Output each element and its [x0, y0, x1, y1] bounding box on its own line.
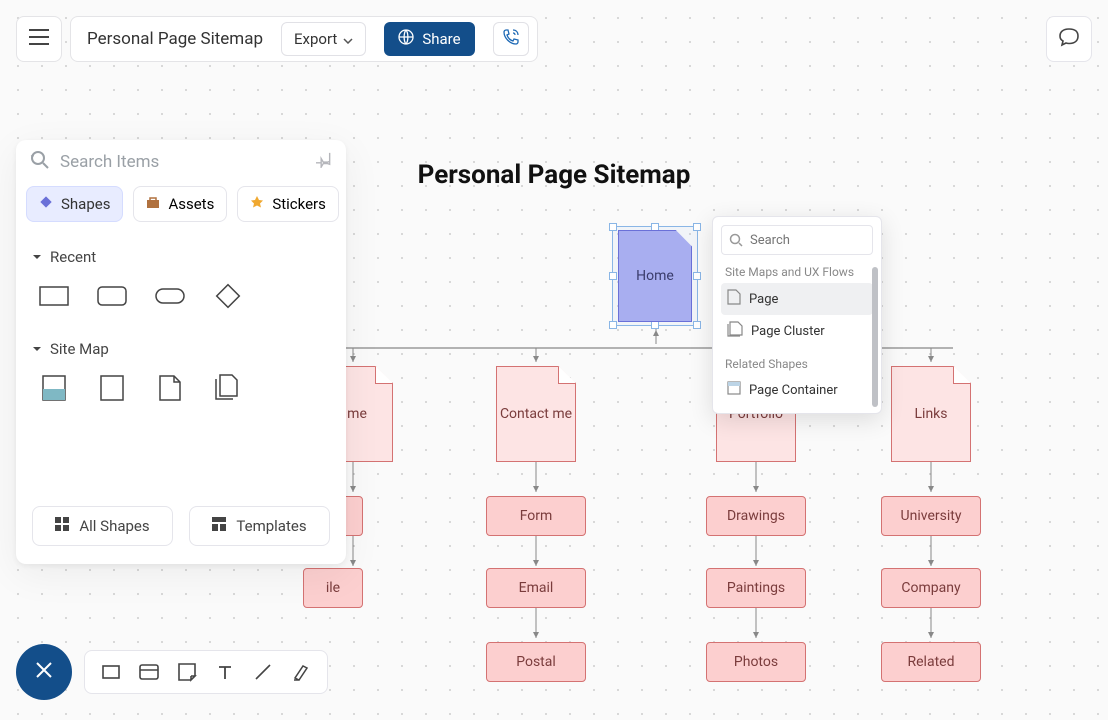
node-rect[interactable]: ile	[303, 568, 363, 608]
node-label: Drawings	[727, 508, 785, 524]
node-page-contact[interactable]: Contact me	[496, 366, 576, 462]
section-recent-toggle[interactable]: Recent	[32, 240, 330, 274]
node-label: Photos	[734, 654, 778, 670]
shape-picker-popup: Site Maps and UX Flows Page Page Cluster…	[712, 216, 882, 414]
templates-button[interactable]: Templates	[189, 506, 330, 546]
close-fab-button[interactable]	[16, 644, 72, 700]
node-rect-drawings[interactable]: Drawings	[706, 496, 806, 536]
picker-item-label: Page	[749, 292, 778, 307]
node-rect-related[interactable]: Related	[881, 642, 981, 682]
shape-file[interactable]	[152, 370, 188, 406]
picker-category-label: Site Maps and UX Flows	[721, 255, 873, 283]
scrollbar-thumb[interactable]	[872, 267, 878, 407]
node-rect-postal[interactable]: Postal	[486, 642, 586, 682]
node-rect-photos[interactable]: Photos	[706, 642, 806, 682]
picker-item-page[interactable]: Page	[721, 283, 873, 315]
search-icon	[729, 233, 743, 247]
node-rect-company[interactable]: Company	[881, 568, 981, 608]
tab-stickers-label: Stickers	[272, 195, 326, 213]
pin-icon[interactable]	[316, 152, 332, 172]
qt-card[interactable]	[133, 656, 165, 688]
picker-search-input[interactable]	[721, 225, 873, 255]
shape-pill[interactable]	[152, 278, 188, 314]
node-label: University	[901, 508, 962, 524]
grid-icon	[55, 517, 69, 535]
node-home[interactable]: Home	[618, 230, 692, 322]
node-label: Contact me	[500, 406, 572, 422]
tab-stickers[interactable]: Stickers	[237, 186, 339, 222]
qt-highlighter[interactable]	[285, 656, 317, 688]
node-home-label: Home	[636, 268, 674, 284]
section-sitemap-toggle[interactable]: Site Map	[32, 332, 330, 366]
node-label: Postal	[516, 654, 556, 670]
templates-icon	[212, 517, 226, 535]
node-rect-email[interactable]: Email	[486, 568, 586, 608]
shape-rectangle[interactable]	[36, 278, 72, 314]
shapes-search-input[interactable]	[60, 152, 306, 172]
picker-item-page-container[interactable]: Page Container	[721, 375, 873, 405]
shapes-panel: Shapes Assets Stickers Recent Site Map	[16, 140, 346, 564]
qt-line[interactable]	[247, 656, 279, 688]
node-label: Company	[901, 580, 960, 596]
close-icon	[35, 661, 53, 683]
section-recent-label: Recent	[50, 248, 96, 266]
node-label: Links	[915, 406, 948, 422]
node-rect-paintings[interactable]: Paintings	[706, 568, 806, 608]
tab-shapes[interactable]: Shapes	[26, 186, 123, 222]
node-rect-university[interactable]: University	[881, 496, 981, 536]
briefcase-icon	[146, 195, 160, 213]
quick-tool-strip	[84, 650, 328, 694]
node-page-links[interactable]: Links	[891, 366, 971, 462]
shape-rounded-rectangle[interactable]	[94, 278, 130, 314]
tab-assets-label: Assets	[168, 195, 214, 213]
node-rect-form[interactable]: Form	[486, 496, 586, 536]
picker-category-label: Related Shapes	[721, 347, 873, 375]
qt-text[interactable]	[209, 656, 241, 688]
shape-page-fill[interactable]	[36, 370, 72, 406]
templates-label: Templates	[236, 517, 306, 535]
node-label: Form	[520, 508, 553, 524]
all-shapes-label: All Shapes	[79, 517, 149, 535]
diagram-title[interactable]: Personal Page Sitemap	[418, 160, 691, 190]
shape-file-stack[interactable]	[210, 370, 246, 406]
shape-page-outline[interactable]	[94, 370, 130, 406]
page-cluster-icon	[727, 321, 743, 341]
diamond-icon	[39, 195, 53, 213]
qt-rectangle[interactable]	[95, 656, 127, 688]
picker-item-page-cluster[interactable]: Page Cluster	[721, 315, 873, 347]
page-icon	[727, 289, 741, 309]
page-container-icon	[727, 381, 741, 399]
node-label: ile	[326, 580, 340, 596]
node-label: Related	[908, 654, 955, 670]
picker-item-label: Page Container	[749, 383, 838, 398]
tab-assets[interactable]: Assets	[133, 186, 227, 222]
node-label: Paintings	[727, 580, 785, 596]
node-label: Email	[519, 580, 554, 596]
shape-diamond[interactable]	[210, 278, 246, 314]
star-icon	[250, 195, 264, 213]
qt-sticky-note[interactable]	[171, 656, 203, 688]
tab-shapes-label: Shapes	[61, 195, 110, 213]
picker-item-label: Page Cluster	[751, 324, 825, 339]
all-shapes-button[interactable]: All Shapes	[32, 506, 173, 546]
section-sitemap-label: Site Map	[50, 340, 109, 358]
search-icon[interactable]	[30, 150, 50, 174]
